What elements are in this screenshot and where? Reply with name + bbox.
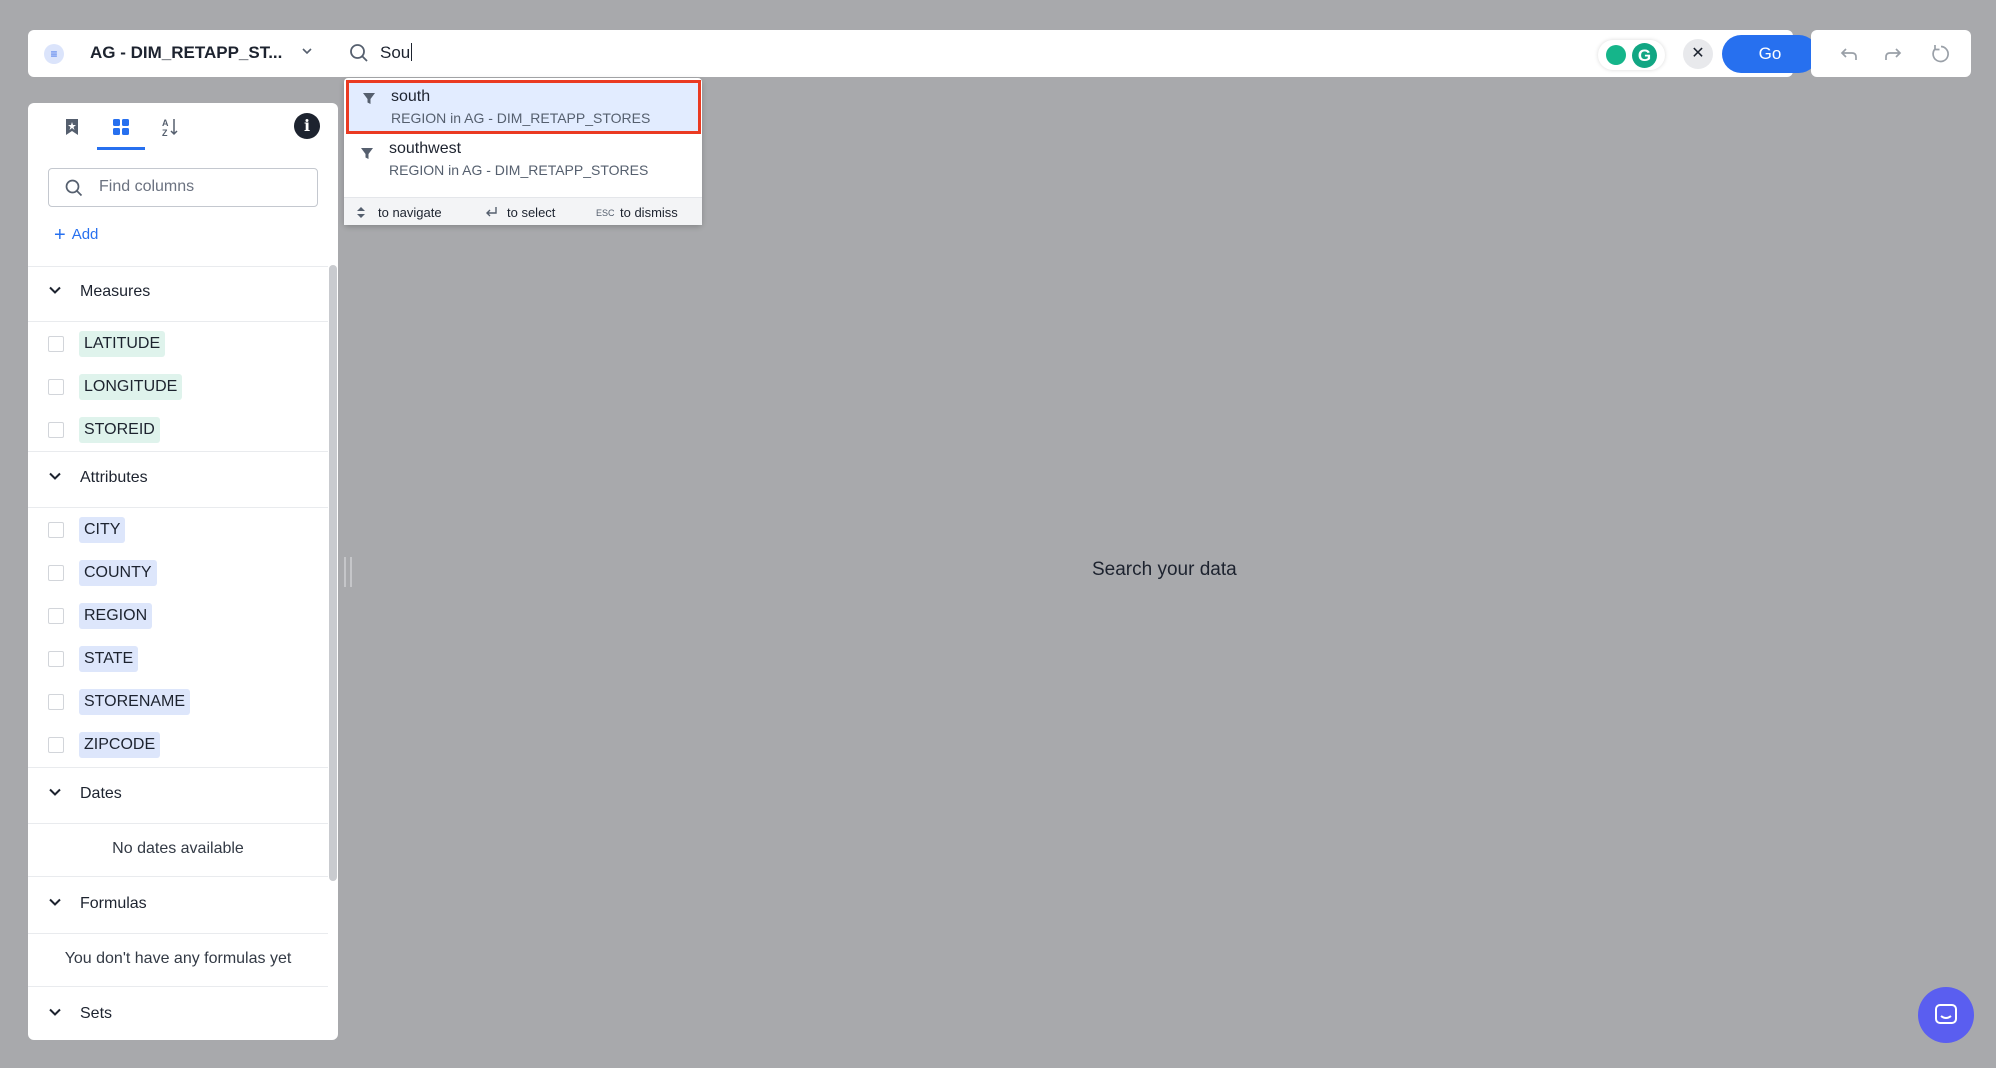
- divider: [28, 823, 328, 824]
- chevron-down-icon: [49, 1008, 61, 1016]
- chevron-down-icon: [49, 286, 61, 294]
- svg-text:Z: Z: [162, 128, 168, 138]
- svg-text:A: A: [162, 118, 169, 128]
- reset-icon[interactable]: [1929, 42, 1953, 66]
- grammarly-icon[interactable]: G: [1632, 43, 1657, 68]
- dismiss-hint: to dismiss: [620, 205, 678, 220]
- search-icon: [350, 44, 368, 62]
- chevron-down-icon: [49, 898, 61, 906]
- suggestion-subtitle: REGION in AG - DIM_RETAPP_STORES: [389, 162, 649, 178]
- enter-key-icon: [486, 207, 497, 217]
- suggestion-title: southwest: [389, 140, 462, 157]
- section-dates-header[interactable]: Dates: [48, 785, 122, 803]
- column-checkbox[interactable]: [48, 336, 64, 352]
- divider: [28, 767, 328, 768]
- grid-icon[interactable]: [109, 115, 133, 139]
- column-checkbox[interactable]: [48, 608, 64, 624]
- column-pill[interactable]: STOREID: [79, 417, 160, 443]
- column-sidebar: AZ i +Add Measures LATITUDE LONGITUDE ST…: [28, 103, 338, 1040]
- suggestion-subtitle: REGION in AG - DIM_RETAPP_STORES: [391, 110, 651, 126]
- column-checkbox[interactable]: [48, 422, 64, 438]
- updown-arrows-icon: [357, 207, 365, 218]
- filter-icon: [363, 93, 375, 104]
- chevron-down-icon[interactable]: [300, 44, 314, 58]
- search-bar: ≡ AG - DIM_RETAPP_ST... Sou G ✕ Go: [28, 30, 1818, 77]
- divider: [28, 507, 328, 508]
- empty-state-message: Search your data: [1092, 559, 1237, 580]
- chat-icon: [1935, 1004, 1957, 1024]
- divider: [28, 933, 328, 934]
- divider: [28, 321, 328, 322]
- divider: [28, 876, 328, 877]
- column-pill[interactable]: LONGITUDE: [79, 374, 183, 400]
- divider: [28, 451, 328, 452]
- suggestion-item-south[interactable]: south REGION in AG - DIM_RETAPP_STORES: [346, 80, 701, 134]
- section-attributes-header[interactable]: Attributes: [48, 469, 148, 487]
- active-tab-indicator: [97, 147, 145, 150]
- suggestion-item-southwest[interactable]: southwest REGION in AG - DIM_RETAPP_STOR…: [344, 135, 702, 187]
- history-controls: [1811, 30, 1971, 77]
- bookmark-icon[interactable]: [60, 115, 84, 139]
- no-dates-message: No dates available: [112, 840, 244, 857]
- sort-az-icon[interactable]: AZ: [158, 115, 182, 139]
- chevron-down-icon: [49, 788, 61, 796]
- find-columns-input[interactable]: [99, 178, 309, 196]
- navigate-hint: to navigate: [378, 205, 442, 220]
- column-checkbox[interactable]: [48, 694, 64, 710]
- column-pill[interactable]: STATE: [79, 646, 139, 672]
- info-icon[interactable]: i: [294, 113, 320, 139]
- redo-icon[interactable]: [1881, 42, 1905, 66]
- divider: [28, 986, 328, 987]
- suggestion-dropdown: south REGION in AG - DIM_RETAPP_STORES s…: [344, 78, 702, 225]
- dropdown-footer: to navigate to select ESC to dismiss: [344, 197, 702, 225]
- find-columns-field: [48, 168, 318, 207]
- column-checkbox[interactable]: [48, 565, 64, 581]
- column-pill[interactable]: COUNTY: [79, 560, 157, 586]
- column-pill[interactable]: ZIPCODE: [79, 732, 161, 758]
- section-measures-header[interactable]: Measures: [48, 283, 150, 301]
- column-checkbox[interactable]: [48, 522, 64, 538]
- data-source-name[interactable]: AG - DIM_RETAPP_ST...: [90, 43, 282, 63]
- no-formulas-message: You don't have any formulas yet: [64, 950, 292, 967]
- panel-resize-handle[interactable]: [344, 557, 354, 587]
- column-pill[interactable]: STORENAME: [79, 689, 191, 715]
- section-sets-header[interactable]: Sets: [48, 1005, 112, 1023]
- search-icon: [65, 179, 83, 197]
- column-pill[interactable]: LATITUDE: [79, 331, 166, 357]
- column-checkbox[interactable]: [48, 379, 64, 395]
- column-checkbox[interactable]: [48, 737, 64, 753]
- chat-support-button[interactable]: [1918, 987, 1974, 1043]
- search-input[interactable]: Sou: [380, 43, 413, 63]
- select-hint: to select: [507, 205, 556, 220]
- filter-icon: [361, 148, 373, 159]
- lightbulb-icon[interactable]: [1606, 45, 1626, 65]
- add-column-button[interactable]: + Add: [54, 224, 98, 247]
- column-pill[interactable]: REGION: [79, 603, 153, 629]
- chevron-down-icon: [49, 472, 61, 480]
- column-pill[interactable]: CITY: [79, 517, 126, 543]
- column-checkbox[interactable]: [48, 651, 64, 667]
- sidebar-scrollbar[interactable]: [329, 265, 337, 881]
- section-formulas-header[interactable]: Formulas: [48, 895, 147, 913]
- esc-key-label: ESC: [596, 208, 615, 218]
- suggestion-title: south: [391, 88, 431, 105]
- browser-extensions: G: [1598, 40, 1665, 70]
- undo-icon[interactable]: [1837, 42, 1861, 66]
- clear-search-button[interactable]: ✕: [1683, 39, 1713, 69]
- data-source-icon[interactable]: ≡: [44, 44, 64, 64]
- divider: [28, 266, 328, 267]
- go-button[interactable]: Go: [1722, 35, 1818, 73]
